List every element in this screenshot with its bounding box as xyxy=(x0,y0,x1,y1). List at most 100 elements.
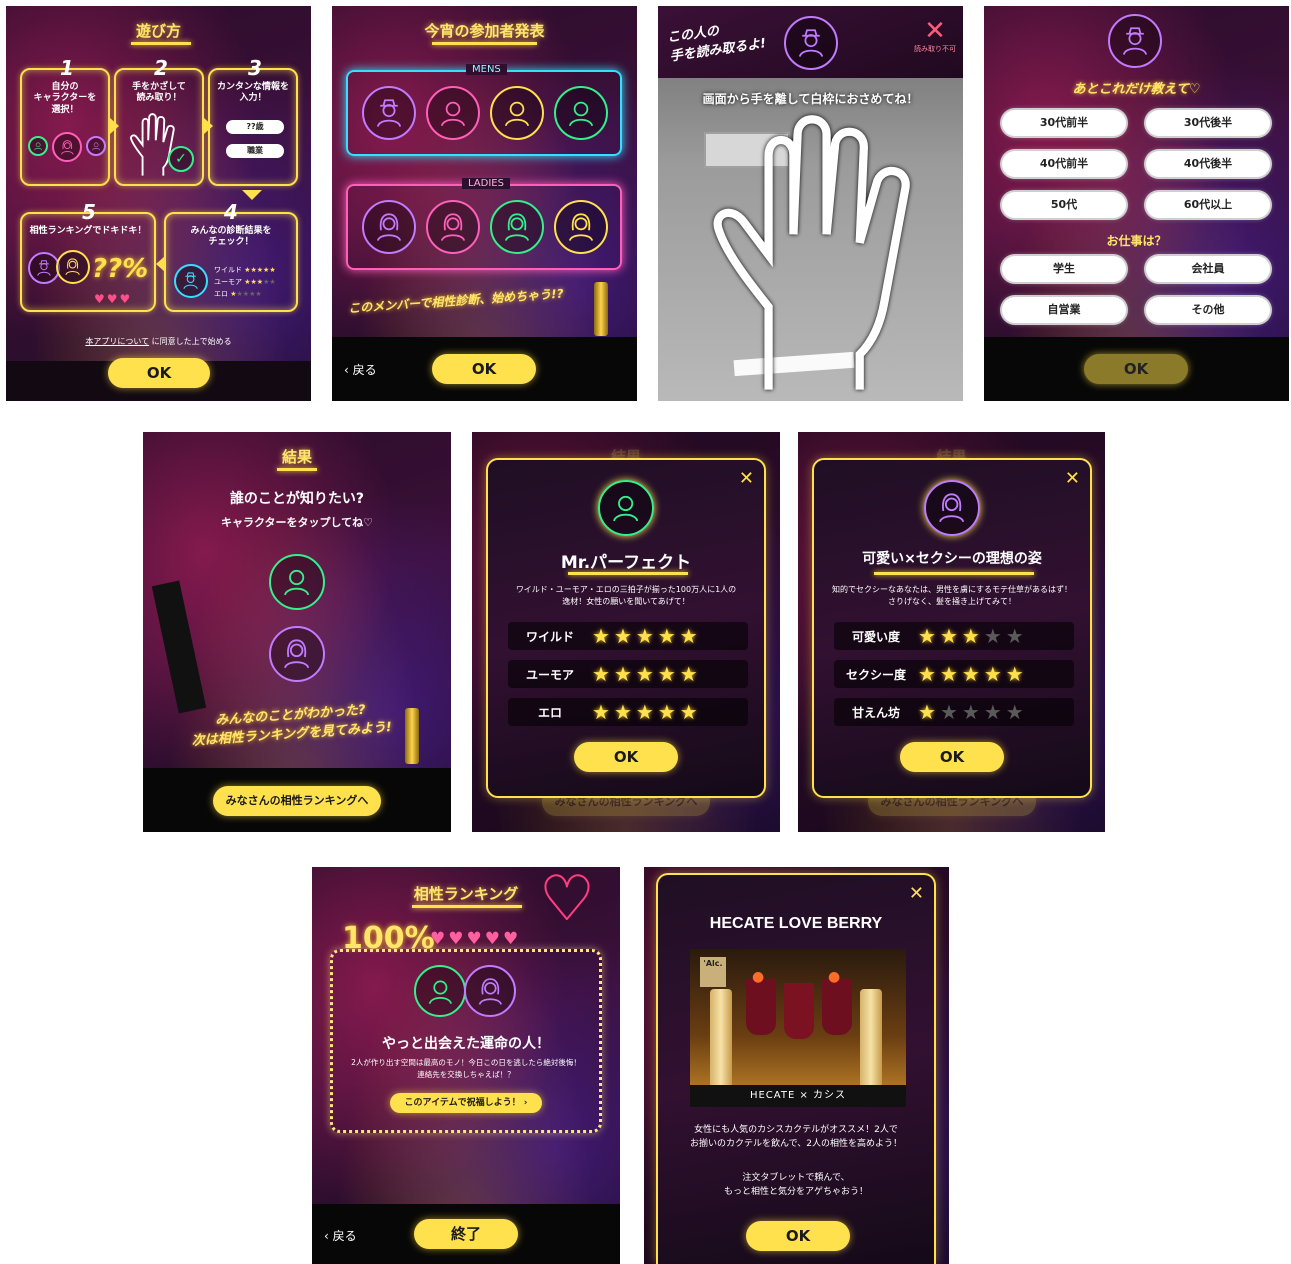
job-option[interactable]: 自営業 xyxy=(1002,297,1126,323)
celebrate-label: このアイテムで祝福しよう！ xyxy=(404,1098,521,1108)
person-icon[interactable] xyxy=(554,86,608,140)
stat-label: ワイルド xyxy=(525,629,574,644)
close-icon[interactable]: ✕ xyxy=(909,883,924,904)
hand-icon xyxy=(128,112,176,178)
stat-label: エロ xyxy=(537,705,562,720)
glass-icon xyxy=(784,983,814,1039)
age-option[interactable]: 30代前半 xyxy=(1002,110,1126,136)
star-icon: ★ xyxy=(657,624,676,648)
star-icon: ★ xyxy=(939,624,958,648)
recommendation-modal: ✕ HECATE LOVE BERRY 'Alc. ● ● HECATE × カ… xyxy=(656,873,936,1264)
agree-text: 本アプリについて に同意した上で始める xyxy=(6,336,311,347)
step5-box: 5 相性ランキングでドキドキ！ ??% ♥♥♥ xyxy=(20,200,156,312)
age-option[interactable]: 50代 xyxy=(1002,192,1126,218)
stat-row: 甘えん坊 ★ ★ ★ ★ ★ xyxy=(834,698,1074,726)
woman-icon[interactable] xyxy=(269,626,325,682)
person-icon[interactable] xyxy=(269,554,325,610)
ok-button-disabled[interactable]: OK xyxy=(1084,354,1188,384)
result-question: 誰のことが知りたい? xyxy=(229,491,365,507)
info-input-screen: あとこれだけ教えて♡ 30代前半 30代後半 40代前半 40代後半 50代 6… xyxy=(984,6,1289,401)
back-button[interactable]: ‹ 戻る xyxy=(344,361,377,378)
percent-text: ??% xyxy=(92,254,149,284)
person-icon xyxy=(86,136,106,156)
unreadable-button[interactable]: ✕ 読み取り不可 xyxy=(914,18,956,54)
hand-outline-icon xyxy=(700,110,920,400)
page-title: 遊び方 xyxy=(135,22,181,40)
step-text: 相性ランキングでドキドキ！ xyxy=(29,226,147,236)
character-name: 可愛い×セクシーの理想の姿 xyxy=(862,551,1042,567)
stat-label: ユーモア xyxy=(525,667,574,682)
star-icon: ★ xyxy=(592,624,610,648)
title-underline xyxy=(412,905,522,908)
person-icon[interactable] xyxy=(426,86,480,140)
back-label: 戻る xyxy=(352,363,377,377)
step-text: カンタンな情報を 入力！ xyxy=(216,82,289,104)
step3-box: 3 カンタンな情報を 入力！ ??歳 職業 xyxy=(208,56,298,186)
result-select-screen: 結果 誰のことが知りたい? キャラクターをタップしてね♡ みんなのことがわかった… xyxy=(143,432,451,832)
celebrate-button[interactable]: このアイテムで祝福しよう！ › xyxy=(390,1093,542,1113)
job-option[interactable]: 学生 xyxy=(1002,256,1126,282)
age-option[interactable]: 30代後半 xyxy=(1146,110,1270,136)
age-option[interactable]: 40代前半 xyxy=(1002,151,1126,177)
woman-icon[interactable] xyxy=(362,200,416,254)
hat-person-icon[interactable] xyxy=(362,86,416,140)
ok-button[interactable]: OK xyxy=(900,742,1004,772)
step-text: 手をかざして 読み取り！ xyxy=(132,82,186,104)
star-icon: ★ xyxy=(918,624,936,648)
unreadable-label: 読み取り不可 xyxy=(914,45,956,53)
ranking-screen: 相性ランキング ♥ 100% ♥♥♥♥♥ やっと出会えた運命の人！ 2人が作り出… xyxy=(312,867,620,1264)
ok-button[interactable]: OK xyxy=(108,358,210,388)
page-title: 結果 xyxy=(281,448,312,466)
back-button[interactable]: ‹ 戻る xyxy=(324,1227,357,1244)
close-icon[interactable]: ✕ xyxy=(1065,468,1080,489)
ok-button[interactable]: OK xyxy=(746,1221,850,1251)
about-app-link[interactable]: 本アプリについて xyxy=(85,337,149,346)
star-rating: ★ ★ ★ ★ ★ xyxy=(918,626,1024,646)
woman-icon[interactable] xyxy=(490,200,544,254)
woman-icon[interactable] xyxy=(426,200,480,254)
name-underline xyxy=(874,572,1034,575)
age-option[interactable]: 40代後半 xyxy=(1146,151,1270,177)
star-icon: ★ xyxy=(613,662,632,686)
glass-icon xyxy=(746,979,776,1035)
ranking-button[interactable]: みなさんの相性ランキングへ xyxy=(213,786,381,816)
age-chip: ??歳 xyxy=(226,120,284,134)
result-subtitle: キャラクターをタップしてね♡ xyxy=(220,516,374,529)
woman-icon xyxy=(52,132,82,162)
step-number: 5 xyxy=(82,200,96,224)
scan-instruction: 画面から手を離して白枠におさめてね！ xyxy=(702,92,919,106)
step2-box: 2 手をかざして 読み取り！ ✓ xyxy=(114,56,204,186)
order-instruction: 注文タブレットで頼んで、 もっと相性と気分をアゲちゃおう！ xyxy=(723,1173,868,1197)
hat-person-icon xyxy=(1108,14,1162,68)
star-icon: ★ xyxy=(657,700,676,724)
star-icon: ★ xyxy=(592,662,610,686)
job-option[interactable]: 会社員 xyxy=(1146,256,1270,282)
stat-row: セクシー度 ★ ★ ★ ★ ★ xyxy=(834,660,1074,688)
chevron-left-icon: ‹ xyxy=(324,1229,329,1243)
end-button[interactable]: 終了 xyxy=(414,1219,518,1249)
age-option[interactable]: 60代以上 xyxy=(1146,192,1270,218)
star-icon: ★ xyxy=(983,624,1002,648)
star-icon: ★ xyxy=(1005,700,1024,724)
ok-button[interactable]: OK xyxy=(432,354,536,384)
bottle-icon xyxy=(405,708,419,764)
stat-label: ユーモア xyxy=(214,278,242,286)
woman-icon xyxy=(56,250,90,284)
person-icon[interactable] xyxy=(490,86,544,140)
star-icon: ★ xyxy=(679,624,698,648)
alc-badge: 'Alc. xyxy=(700,957,726,987)
hearts-icon: ♥♥♥ xyxy=(94,292,133,306)
product-title: HECATE LOVE BERRY xyxy=(709,915,883,932)
close-icon[interactable]: ✕ xyxy=(739,468,754,489)
job-option[interactable]: その他 xyxy=(1146,297,1270,323)
back-label: 戻る xyxy=(332,1229,357,1243)
woman-icon xyxy=(464,965,516,1017)
chevron-left-icon: ‹ xyxy=(344,363,349,377)
ladies-group: LADIES xyxy=(346,178,622,270)
ok-button[interactable]: OK xyxy=(574,742,678,772)
agree-label: に同意した上で始める xyxy=(151,337,232,346)
step-number: 4 xyxy=(224,200,238,224)
star-icon: ★ xyxy=(939,662,958,686)
woman-icon[interactable] xyxy=(554,200,608,254)
star-icon: ★ xyxy=(657,662,676,686)
